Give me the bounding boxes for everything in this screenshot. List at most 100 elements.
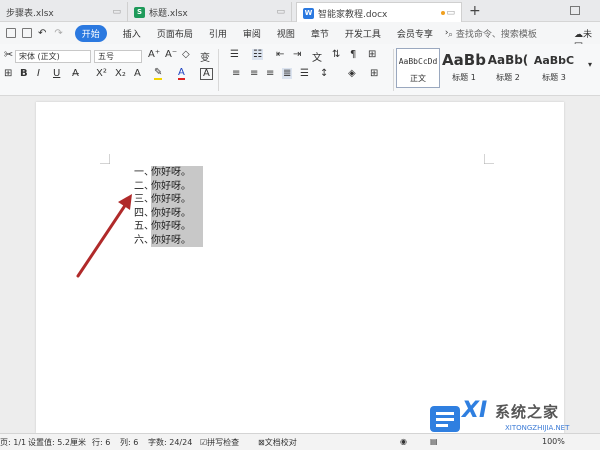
list-text: 你好呀。: [151, 220, 203, 234]
italic-icon[interactable]: I: [37, 68, 40, 79]
distribute-icon[interactable]: ☰: [300, 68, 309, 79]
paste-icon[interactable]: ✂: [4, 48, 13, 61]
format-painter-icon[interactable]: ⊞: [4, 68, 12, 79]
underline-icon[interactable]: U: [53, 68, 60, 79]
bold-icon[interactable]: B: [20, 68, 28, 79]
style-preview: AaBb(: [487, 53, 529, 67]
font-name-select[interactable]: 宋体 (正文): [15, 50, 91, 63]
style-preview: AaBbC: [533, 53, 575, 67]
style-heading-2[interactable]: AaBb( 标题 2: [486, 48, 530, 88]
ribbon-toolbar: ✂ ⊞ 宋体 (正文) 五号 A⁺ A⁻ ◇ 变 B I U A̶ X² X₂ …: [0, 44, 600, 96]
style-name: 正文: [410, 74, 426, 83]
command-search[interactable]: ⌕ 查找命令、搜索模板: [448, 27, 537, 40]
phonetic-icon[interactable]: 变: [200, 49, 210, 64]
status-row: 行: 6: [92, 438, 111, 447]
save-icon[interactable]: [22, 28, 32, 38]
window-icon[interactable]: ▭: [446, 8, 455, 18]
clear-format-icon[interactable]: ◇: [182, 49, 190, 60]
table-icon[interactable]: ⊞: [368, 49, 376, 60]
window-restore-icon[interactable]: [570, 6, 580, 15]
undo-icon[interactable]: ↶: [38, 28, 46, 39]
menu-view[interactable]: 视图: [277, 27, 295, 40]
bullet-list-icon[interactable]: ☰: [230, 49, 239, 60]
minimize-icon[interactable]: ▭: [112, 7, 121, 17]
tab-spreadsheet-2[interactable]: S 标题.xlsx ▭: [128, 2, 292, 22]
page-view-icon[interactable]: ▤: [430, 437, 438, 446]
list-item[interactable]: 二、 你好呀。: [134, 179, 203, 193]
superscript-icon[interactable]: X²: [96, 68, 107, 79]
menu-review[interactable]: 审阅: [243, 27, 261, 40]
search-icon: ⌕: [448, 30, 454, 40]
font-name-value: 宋体 (正文): [19, 52, 60, 61]
font-color-icon[interactable]: A: [178, 68, 185, 80]
list-text: 你好呀。: [151, 206, 203, 220]
align-left-icon[interactable]: ≡: [232, 68, 240, 79]
borders-icon[interactable]: ⊞: [370, 68, 378, 79]
menu-references[interactable]: 引用: [209, 27, 227, 40]
style-heading-1[interactable]: AaBb 标题 1: [442, 48, 486, 88]
font-grow-icon[interactable]: A⁺: [148, 49, 160, 60]
increase-indent-icon[interactable]: ⇥: [293, 49, 301, 60]
highlight-icon[interactable]: ✎: [154, 68, 163, 80]
proofread-button[interactable]: ⊠文档校对: [258, 437, 297, 448]
status-wordcount[interactable]: 字数: 24/24: [148, 437, 192, 448]
tab-spreadsheet-1[interactable]: 步骤表.xlsx ▭: [0, 2, 128, 22]
styles-more-icon[interactable]: ▾: [588, 60, 592, 69]
line-spacing-icon[interactable]: ↕: [320, 68, 328, 79]
word-doc-icon: W: [303, 7, 314, 19]
document-area: 一、 你好呀。 二、 你好呀。 三、 你好呀。 四、 你好呀。 五、 你好呀。 六、 你好呀…: [0, 96, 600, 433]
align-center-icon[interactable]: ≡: [250, 68, 258, 79]
list-item[interactable]: 四、 你好呀。: [134, 206, 203, 220]
divider: [218, 49, 219, 91]
zoom-value[interactable]: 100%: [542, 437, 565, 446]
status-bar: 页: 1/1 设置值: 5.2厘米 行: 6 列: 6 字数: 24/24 ☑拼…: [0, 433, 600, 450]
style-normal[interactable]: AaBbCcDd 正文: [396, 48, 440, 88]
list-item[interactable]: 一、 你好呀。: [134, 166, 203, 180]
margin-corner-icon: [100, 154, 110, 164]
watermark-logo-icon: [430, 406, 460, 432]
show-marks-icon[interactable]: ¶: [350, 49, 356, 60]
spellcheck-label: 拼写检查: [207, 438, 240, 447]
menu-section[interactable]: 章节: [311, 27, 329, 40]
menu-insert[interactable]: 插入: [123, 27, 141, 40]
watermark-brand: XI: [462, 398, 488, 423]
font-shrink-icon[interactable]: A⁻: [165, 49, 177, 60]
menu-start[interactable]: 开始: [74, 24, 107, 42]
watermark-url: XITONGZHIJIA.NET: [505, 424, 570, 432]
list-item[interactable]: 六、 你好呀。: [134, 233, 203, 247]
text-effect-icon[interactable]: A: [134, 68, 141, 79]
style-name: 标题 3: [542, 73, 566, 82]
tab-label: 智能家教程.docx: [318, 9, 388, 20]
style-name: 标题 2: [496, 73, 520, 82]
menu-developer[interactable]: 开发工具: [345, 27, 381, 40]
window-icon[interactable]: ▭: [276, 7, 285, 17]
new-tab-icon[interactable]: +: [469, 3, 481, 19]
spreadsheet-icon: S: [134, 6, 145, 18]
numbered-list-icon[interactable]: ☷: [252, 49, 263, 60]
style-name: 标题 1: [452, 73, 476, 82]
decrease-indent-icon[interactable]: ⇤: [276, 49, 284, 60]
menu-page-layout[interactable]: 页面布局: [157, 27, 193, 40]
justify-icon[interactable]: ≣: [282, 68, 293, 79]
chinese-layout-icon[interactable]: 文: [312, 49, 322, 64]
margin-corner-icon: [484, 154, 494, 164]
subscript-icon[interactable]: X₂: [115, 68, 126, 79]
font-size-select[interactable]: 五号: [94, 50, 142, 63]
shading-icon[interactable]: ◈: [348, 68, 356, 79]
char-border-icon[interactable]: A: [200, 68, 213, 80]
strikethrough-icon[interactable]: A̶: [72, 68, 79, 79]
numbered-list: 一、 你好呀。 二、 你好呀。 三、 你好呀。 四、 你好呀。 五、 你好呀。 六、 你好呀…: [134, 166, 203, 247]
eye-protect-icon[interactable]: ◉: [400, 437, 407, 446]
tab-document[interactable]: W 智能家教程.docx ▭: [296, 2, 462, 23]
sort-icon[interactable]: ⇅: [332, 49, 340, 60]
tab-label: 标题.xlsx: [149, 8, 188, 19]
print-icon[interactable]: [6, 28, 16, 38]
list-item[interactable]: 三、 你好呀。: [134, 193, 203, 207]
spellcheck-toggle[interactable]: ☑拼写检查: [200, 437, 239, 448]
menu-member[interactable]: 会员专享: [397, 27, 433, 40]
redo-icon[interactable]: ↷: [54, 28, 62, 39]
list-item[interactable]: 五、 你好呀。: [134, 220, 203, 234]
style-heading-3[interactable]: AaBbC 标题 3: [532, 48, 576, 88]
align-right-icon[interactable]: ≡: [266, 68, 274, 79]
status-col: 列: 6: [120, 438, 139, 447]
